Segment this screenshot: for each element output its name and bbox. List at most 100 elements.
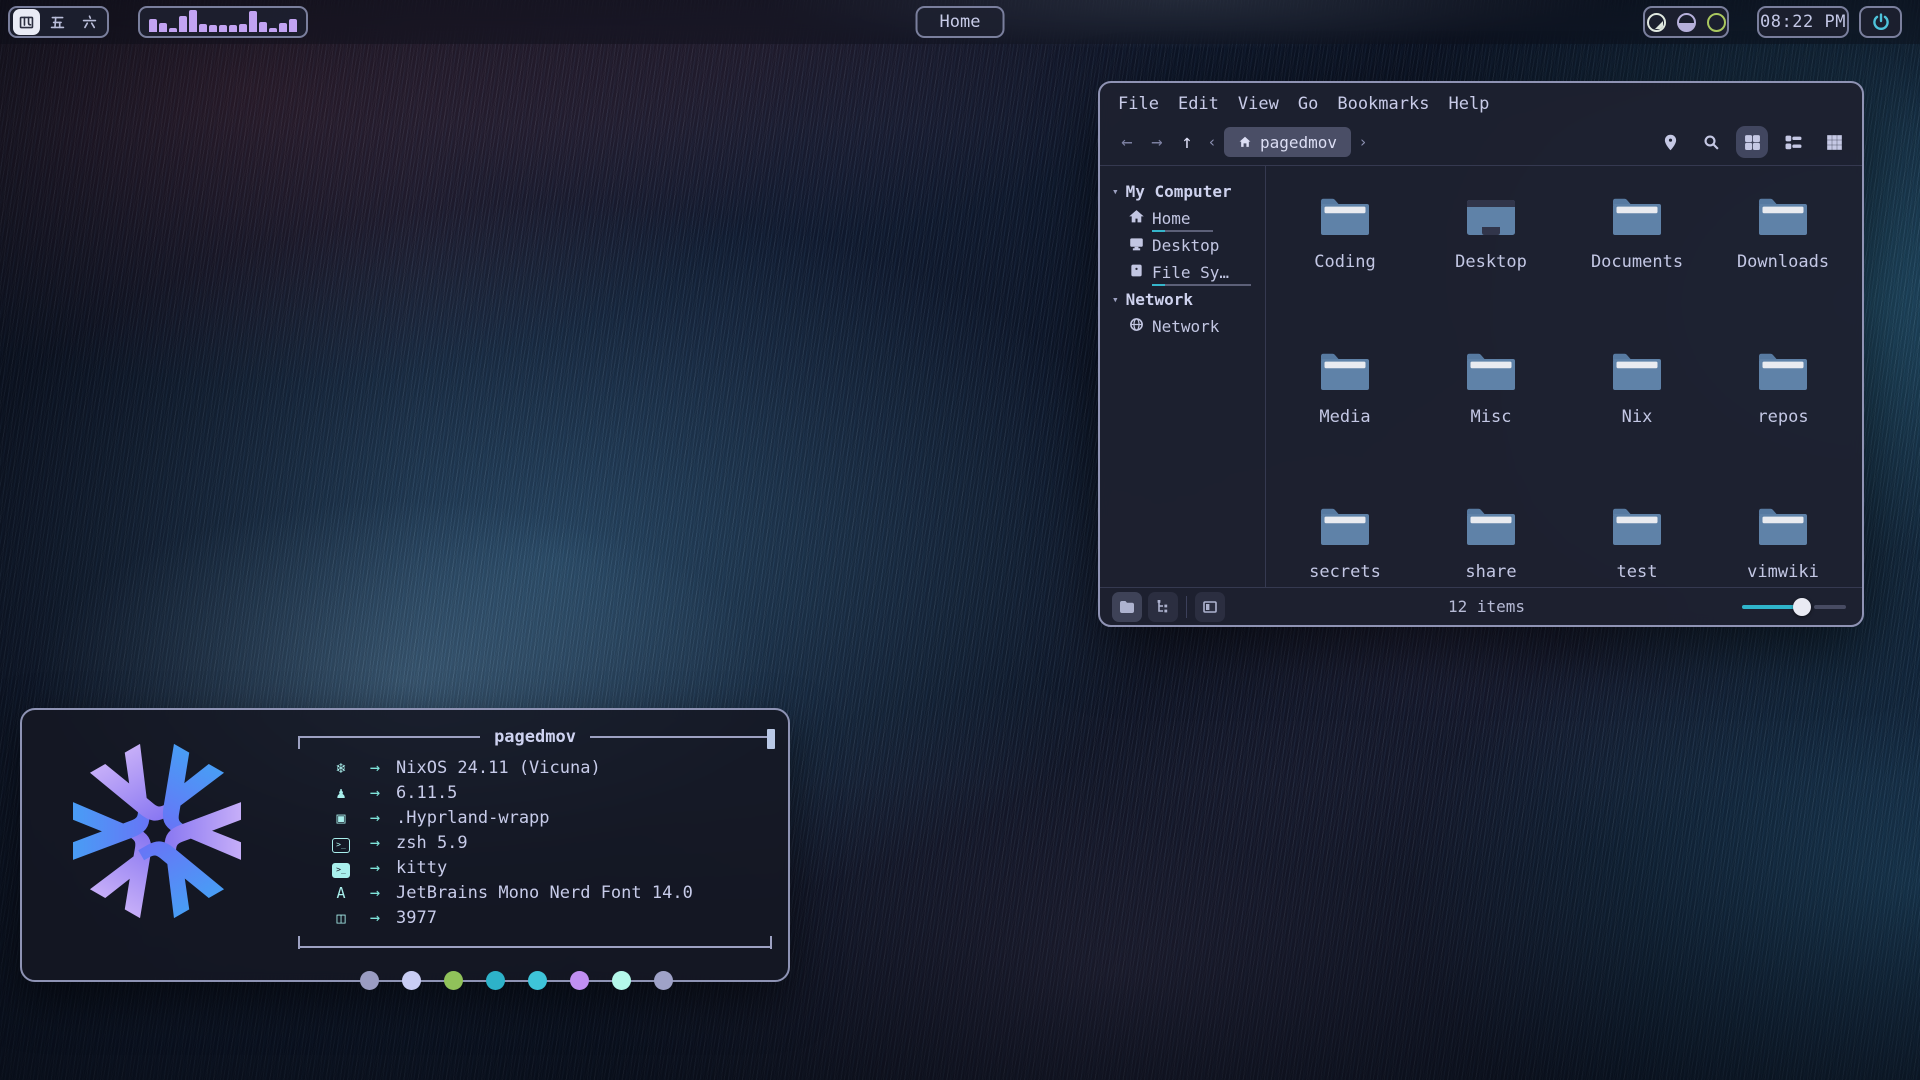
back-button[interactable]: ←	[1112, 131, 1142, 153]
palette-swatch	[486, 971, 505, 990]
chevron-down-icon: ▾	[1112, 293, 1119, 306]
visualizer-bar	[199, 24, 207, 32]
menu-item-view[interactable]: View	[1238, 94, 1279, 114]
folder-name-label: Nix	[1622, 407, 1653, 427]
folder-icon	[1317, 504, 1373, 555]
sidebar-item-file-sy-[interactable]: File Sy…	[1129, 259, 1265, 286]
desktop-folder-icon	[1463, 194, 1519, 245]
detailed-list-icon	[1785, 134, 1802, 151]
folder-name-label: repos	[1757, 407, 1808, 427]
home-icon	[1238, 135, 1252, 149]
compact-grid-icon	[1826, 134, 1843, 151]
workspace-glyph-六	[81, 14, 98, 31]
menu-item-edit[interactable]: Edit	[1178, 94, 1219, 114]
folder-icon	[1463, 349, 1519, 400]
toolbar: ← → ↑ ‹ pagedmov ›	[1100, 119, 1862, 165]
toggle-side-pane-button[interactable]	[1195, 592, 1225, 622]
path-scroll-left-icon[interactable]: ‹	[1202, 133, 1222, 151]
folder-name-label: Media	[1319, 407, 1370, 427]
folder-name-label: Coding	[1314, 252, 1375, 272]
sidebar-item-label: Network	[1152, 317, 1219, 337]
folder-name-label: secrets	[1309, 562, 1381, 582]
folder-icon	[1609, 349, 1665, 400]
visualizer-bar	[249, 11, 257, 32]
sidebar-item-home[interactable]: Home	[1129, 205, 1265, 232]
menu-item-file[interactable]: File	[1118, 94, 1159, 114]
workspace-switcher[interactable]	[8, 6, 109, 38]
cpu-gauge-icon	[1707, 13, 1726, 32]
fetch-value: NixOS 24.11 (Vicuna)	[396, 758, 601, 778]
sidebar-item-label: Home	[1152, 209, 1191, 229]
status-separator	[1186, 596, 1187, 618]
folder-downloads[interactable]: Downloads	[1710, 180, 1856, 335]
font-icon: A	[328, 884, 354, 902]
sidebar-item-label: Desktop	[1152, 236, 1219, 256]
folder-name-label: vimwiki	[1747, 562, 1819, 582]
power-button[interactable]	[1859, 6, 1902, 38]
fetch-row: ▣→.Hyprland-wrapp	[298, 805, 772, 830]
show-places-button[interactable]	[1112, 592, 1142, 622]
workspace-button-1[interactable]	[13, 9, 40, 35]
zoom-slider-knob[interactable]	[1793, 598, 1811, 616]
zoom-slider[interactable]	[1742, 597, 1846, 617]
path-scroll-right-icon[interactable]: ›	[1353, 133, 1373, 151]
workspace-button-2[interactable]	[42, 9, 72, 35]
visualizer-bar	[279, 23, 287, 32]
fetch-row: >_→zsh 5.9	[298, 830, 772, 855]
items-count-label: 12 items	[1231, 597, 1742, 616]
folder-icon	[1609, 504, 1665, 555]
clock-label: 08:22 PM	[1760, 12, 1846, 32]
directory-tree-icon	[1155, 599, 1171, 615]
folder-name-label: share	[1465, 562, 1516, 582]
palette-swatch	[360, 971, 379, 990]
path-button[interactable]: pagedmov	[1224, 127, 1351, 157]
terminal-window: λλλλλλ pagedmov ❄→NixOS 24.11 (Vicuna)♟→…	[20, 708, 790, 982]
fetch-row: A→JetBrains Mono Nerd Font 14.0	[298, 880, 772, 905]
folder-repos[interactable]: repos	[1710, 335, 1856, 490]
places-sidebar: ▾My Computer Home Desktop File Sy… ▾Network N…	[1100, 166, 1265, 587]
location-button[interactable]	[1654, 126, 1686, 158]
visualizer-bar	[169, 28, 177, 32]
compact-view-button[interactable]	[1818, 126, 1850, 158]
menu-item-go[interactable]: Go	[1298, 94, 1318, 114]
folder-desktop[interactable]: Desktop	[1418, 180, 1564, 335]
fetch-hostname: pagedmov	[494, 727, 576, 747]
icon-view-button[interactable]	[1736, 126, 1768, 158]
up-button[interactable]: ↑	[1172, 131, 1202, 153]
menu-item-bookmarks[interactable]: Bookmarks	[1337, 94, 1429, 114]
workspace-button-3[interactable]	[74, 9, 104, 35]
visualizer-bar	[259, 22, 267, 32]
workspace-glyph-五	[49, 14, 66, 31]
sidebar-section-my-computer[interactable]: ▾My Computer	[1112, 178, 1265, 205]
home-icon	[1129, 209, 1144, 228]
folder-nix[interactable]: Nix	[1564, 335, 1710, 490]
visualizer-bar	[219, 25, 227, 32]
sidebar-section-network[interactable]: ▾Network	[1112, 286, 1265, 313]
arrow-right-icon: →	[354, 758, 396, 778]
detailed-list-view-button[interactable]	[1777, 126, 1809, 158]
folder-coding[interactable]: Coding	[1272, 180, 1418, 335]
fetch-top-border: pagedmov	[298, 726, 772, 748]
sidebar-item-desktop[interactable]: Desktop	[1129, 232, 1265, 259]
folder-media[interactable]: Media	[1272, 335, 1418, 490]
folder-documents[interactable]: Documents	[1564, 180, 1710, 335]
fetch-value: kitty	[396, 858, 447, 878]
sidebar-item-network[interactable]: Network	[1129, 313, 1265, 340]
fetch-bottom-border	[298, 936, 772, 958]
forward-button[interactable]: →	[1142, 131, 1172, 153]
folder-icon	[1609, 194, 1665, 245]
status-bar: 12 items	[1100, 587, 1862, 625]
menu-item-help[interactable]: Help	[1448, 94, 1489, 114]
show-directory-tree-button[interactable]	[1148, 592, 1178, 622]
memory-gauge-icon	[1677, 13, 1696, 32]
clock: 08:22 PM	[1757, 6, 1849, 38]
folder-misc[interactable]: Misc	[1418, 335, 1564, 490]
location-pin-icon	[1662, 134, 1679, 151]
search-button[interactable]	[1695, 126, 1727, 158]
fetch-row: ◫→3977	[298, 905, 772, 930]
fetch-value: 6.11.5	[396, 783, 457, 803]
fetch-row: >_→kitty	[298, 855, 772, 880]
palette-swatch	[528, 971, 547, 990]
sidebar-item-label: File Sy…	[1152, 263, 1229, 283]
folder-icon	[1463, 504, 1519, 555]
